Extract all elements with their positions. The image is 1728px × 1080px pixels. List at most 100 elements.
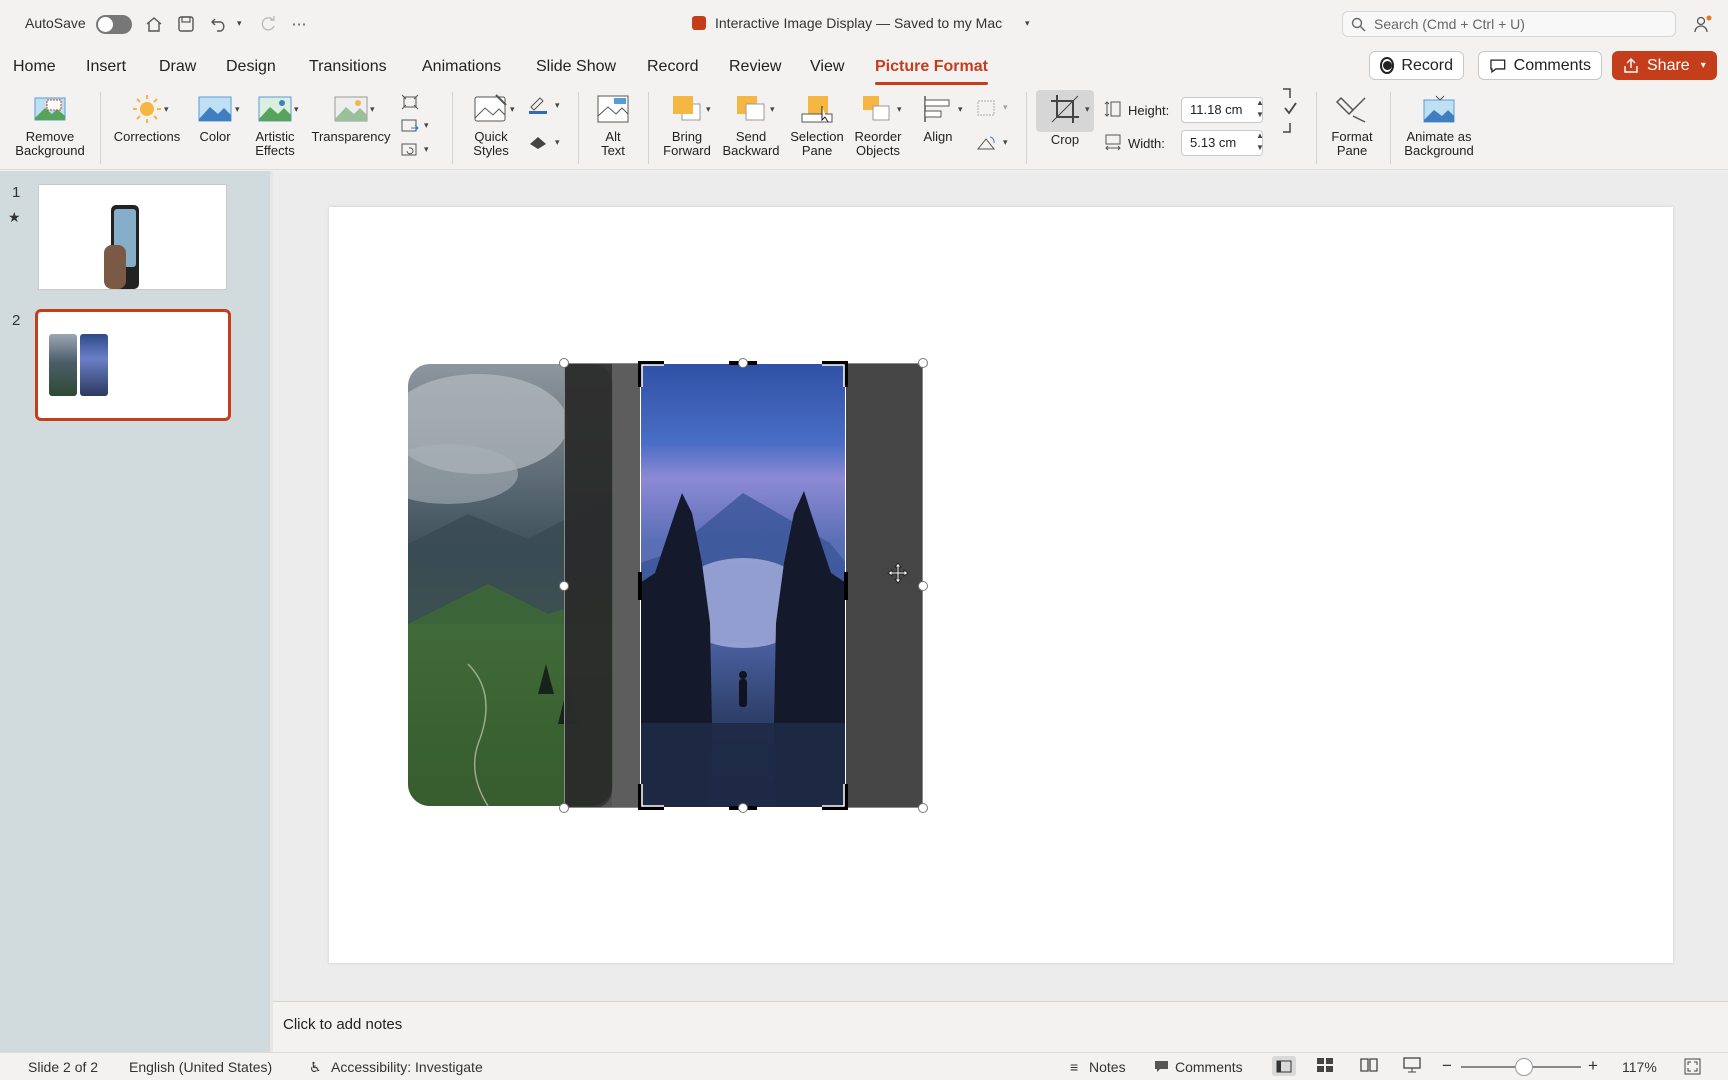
title-dropdown-icon[interactable]: ▾ [1025, 18, 1030, 29]
zoom-in-icon[interactable]: + [1588, 1056, 1598, 1076]
group-icon [975, 98, 997, 118]
tab-home[interactable]: Home [13, 54, 56, 80]
share-button[interactable]: Share ▾ [1612, 51, 1717, 80]
alt-text-button[interactable]: Alt Text [588, 92, 638, 158]
tab-record[interactable]: Record [647, 54, 699, 80]
quick-styles-button[interactable]: Quick Styles [460, 92, 522, 158]
zoom-level[interactable]: 117% [1622, 1059, 1657, 1075]
reorder-objects-button[interactable]: Reorder Objects [850, 92, 906, 158]
tab-review[interactable]: Review [729, 54, 781, 80]
group-dropdown-icon: ▾ [1003, 102, 1008, 112]
animate-as-background-button[interactable]: Animate as Background [1398, 92, 1480, 158]
color-button[interactable]: Color [188, 92, 242, 144]
resize-handle-bottom-right[interactable] [918, 803, 928, 813]
resize-handle-bottom[interactable] [738, 803, 748, 813]
slide-thumbnail-1[interactable] [38, 184, 227, 290]
send-backward-dropdown-icon[interactable]: ▾ [770, 104, 775, 115]
normal-view-icon[interactable] [1272, 1056, 1296, 1076]
corrections-button[interactable]: Corrections [110, 92, 184, 144]
slide-show-icon[interactable] [1403, 1057, 1421, 1076]
autosave-toggle[interactable] [96, 15, 132, 34]
comments-status-icon [1154, 1060, 1169, 1076]
search-box[interactable]: Search (Cmd + Ctrl + U) [1342, 11, 1676, 37]
color-dropdown-icon[interactable]: ▾ [235, 104, 240, 115]
remove-background-label-1: Remove [25, 129, 75, 144]
tab-transitions[interactable]: Transitions [309, 54, 387, 80]
home-icon[interactable] [142, 12, 166, 36]
document-title[interactable]: Interactive Image Display — Saved to my … [715, 15, 1002, 31]
selection-pane-button[interactable]: Selection Pane [786, 92, 848, 158]
artistic-effects-dropdown-icon[interactable]: ▾ [294, 104, 299, 115]
language-indicator[interactable]: English (United States) [129, 1059, 272, 1075]
rotate-icon[interactable] [975, 133, 997, 153]
rotate-dropdown-icon[interactable]: ▾ [1003, 137, 1008, 148]
crop-dropdown-icon[interactable]: ▾ [1085, 104, 1090, 115]
resize-handle-left[interactable] [559, 581, 569, 591]
reorder-objects-label-1: Reorder [854, 129, 902, 144]
resize-handle-top-right[interactable] [918, 358, 928, 368]
comments-toggle[interactable]: Comments [1175, 1059, 1243, 1075]
align-button[interactable]: Align [912, 92, 964, 144]
crop-handles[interactable] [634, 357, 852, 814]
fit-to-window-icon[interactable] [1684, 1058, 1701, 1078]
change-picture-dropdown-icon[interactable]: ▾ [424, 120, 429, 131]
notes-pane[interactable]: Click to add notes [273, 1001, 1728, 1052]
resize-handle-top-left[interactable] [559, 358, 569, 368]
record-button[interactable]: Record [1369, 51, 1464, 80]
height-stepper[interactable]: ▲ ▼ [1256, 97, 1264, 121]
zoom-out-icon[interactable]: − [1442, 1056, 1452, 1076]
save-icon[interactable] [174, 12, 198, 36]
transparency-button[interactable]: Transparency [308, 92, 394, 144]
bring-forward-button[interactable]: Bring Forward [656, 92, 718, 158]
width-stepper[interactable]: ▲ ▼ [1256, 130, 1264, 154]
slide-sorter-icon[interactable] [1316, 1057, 1334, 1076]
collaborate-icon[interactable] [1690, 12, 1716, 36]
reorder-objects-dropdown-icon[interactable]: ▾ [897, 104, 902, 115]
undo-dropdown-icon[interactable]: ▾ [237, 18, 242, 29]
reset-picture-icon[interactable] [399, 140, 421, 160]
tab-picture-format[interactable]: Picture Format [875, 54, 988, 85]
tab-view[interactable]: View [810, 54, 844, 80]
format-pane-button[interactable]: Format Pane [1322, 92, 1382, 158]
picture-effects-icon[interactable] [527, 132, 549, 152]
share-label: Share [1647, 56, 1690, 74]
notes-toggle[interactable]: Notes [1089, 1059, 1126, 1075]
reading-view-icon[interactable] [1360, 1057, 1378, 1076]
mountain-thumbnail-image [49, 334, 77, 396]
width-label: Width: [1128, 136, 1165, 151]
align-dropdown-icon[interactable]: ▾ [958, 104, 963, 115]
slide-canvas[interactable] [329, 207, 1673, 963]
send-backward-button[interactable]: Send Backward [718, 92, 784, 158]
slide-thumbnail-2[interactable] [35, 309, 231, 421]
move-cursor-icon [887, 562, 909, 584]
tab-slide-show[interactable]: Slide Show [536, 54, 616, 80]
resize-handle-top[interactable] [738, 358, 748, 368]
bring-forward-dropdown-icon[interactable]: ▾ [706, 104, 711, 115]
corrections-dropdown-icon[interactable]: ▾ [164, 104, 169, 115]
tab-animations[interactable]: Animations [422, 54, 501, 80]
comments-button[interactable]: Comments [1478, 51, 1602, 80]
resize-handle-right[interactable] [918, 581, 928, 591]
zoom-slider-thumb[interactable] [1515, 1058, 1533, 1076]
tab-design[interactable]: Design [226, 54, 276, 80]
artistic-effects-button[interactable]: Artistic Effects [246, 92, 304, 158]
picture-effects-dropdown-icon[interactable]: ▾ [555, 137, 560, 148]
quick-styles-dropdown-icon[interactable]: ▾ [510, 104, 515, 115]
tab-insert[interactable]: Insert [86, 54, 126, 80]
change-picture-icon[interactable] [399, 116, 421, 136]
undo-icon[interactable] [207, 12, 231, 36]
resize-handle-bottom-left[interactable] [559, 803, 569, 813]
picture-border-icon[interactable] [527, 95, 549, 115]
transparency-dropdown-icon[interactable]: ▾ [370, 104, 375, 115]
more-icon[interactable]: ⋯ [287, 12, 311, 36]
width-field[interactable]: 5.13 cm [1181, 130, 1263, 156]
lock-aspect-ratio-icon[interactable] [1278, 88, 1300, 133]
ribbon-tabs: Home Insert Draw Design Transitions Anim… [0, 48, 1728, 88]
reset-picture-dropdown-icon[interactable]: ▾ [424, 144, 429, 155]
remove-background-button[interactable]: Remove Background [8, 92, 92, 158]
height-field[interactable]: 11.18 cm [1181, 97, 1263, 123]
compress-pictures-icon[interactable] [399, 92, 421, 112]
picture-border-dropdown-icon[interactable]: ▾ [555, 100, 560, 111]
accessibility-status[interactable]: Accessibility: Investigate [331, 1059, 483, 1075]
tab-draw[interactable]: Draw [159, 54, 196, 80]
